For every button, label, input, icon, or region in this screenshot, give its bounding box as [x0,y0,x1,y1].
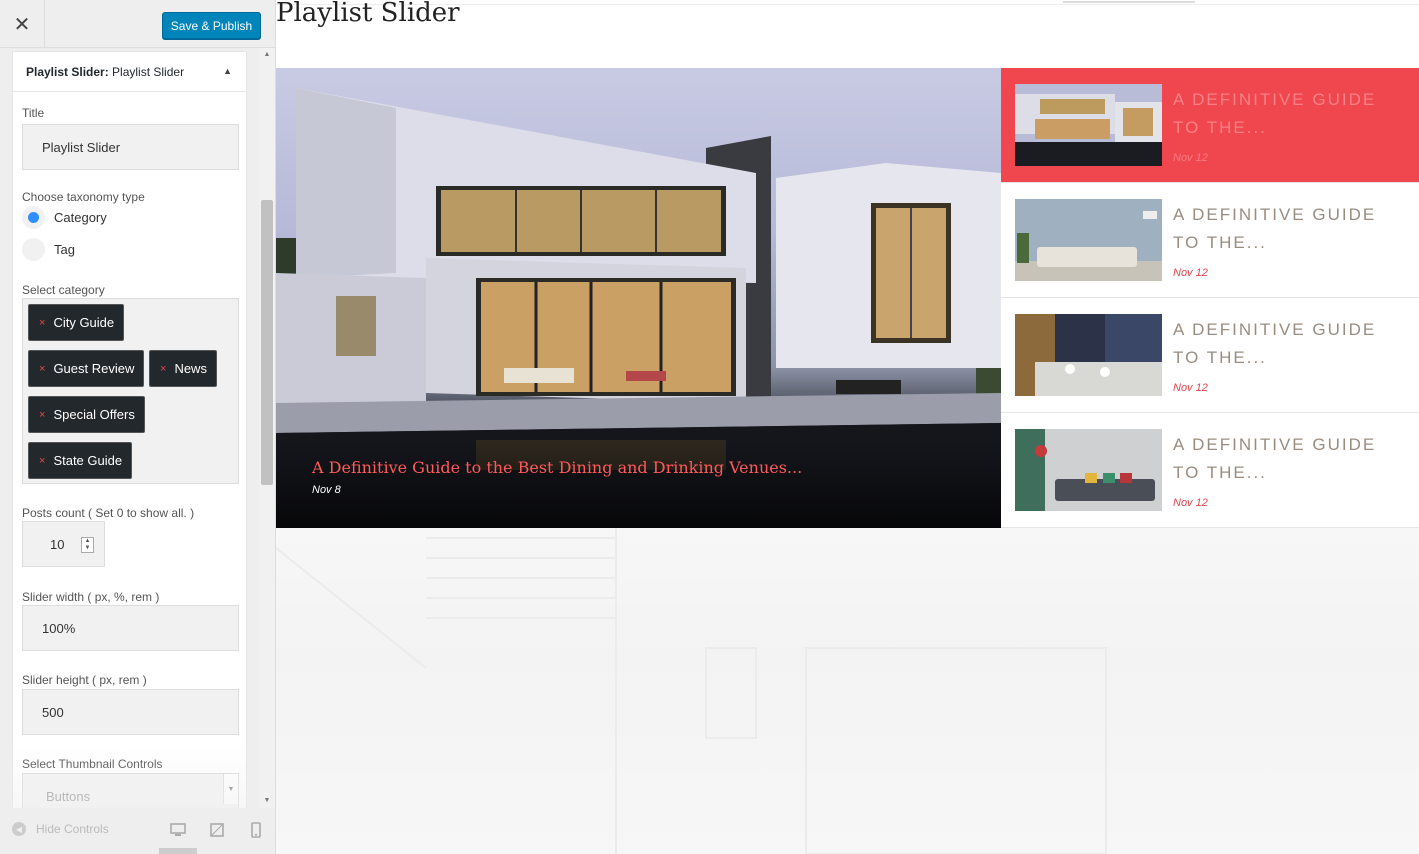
widget-name: Playlist Slider [112,64,185,79]
faded-background-image [276,528,1419,854]
site-preview: Playlist Slider A Definitive Guide to th… [276,0,1419,854]
close-icon: ✕ [13,13,31,36]
chip-label: Special Offers [53,407,135,422]
scroll-up-icon[interactable]: ▲ [259,48,275,62]
playlist-item-title: A DEFINITIVE GUIDE TO THE... [1173,320,1377,367]
remove-icon[interactable]: × [39,317,45,329]
sofa-lamp-thumbnail [1015,429,1162,511]
main-slide-date: Nov 8 [312,484,341,496]
playlist-item[interactable]: A DEFINITIVE GUIDE TO THE... Nov 12 [1001,298,1419,413]
posts-count-label: Posts count ( Set 0 to show all. ) [22,506,195,520]
number-stepper[interactable]: ▲ ▼ [81,537,94,553]
slider-height-input[interactable]: 500 [22,689,239,735]
scrollbar-thumb[interactable] [261,200,273,485]
playlist-item-date: Nov 12 [1173,152,1208,164]
dining-table-thumbnail [1015,314,1162,396]
title-label: Title [22,106,45,120]
radio-checked[interactable] [22,206,45,229]
arrow-left-icon: ◀ [12,822,26,836]
widget-type-label: Playlist Slider: [26,64,109,79]
remove-icon[interactable]: × [160,363,166,375]
playlist-item-date: Nov 12 [1173,382,1208,394]
tablet-icon[interactable] [209,822,225,838]
playlist-item[interactable]: A DEFINITIVE GUIDE TO THE... Nov 12 [1001,68,1419,183]
hide-controls-label: Hide Controls [36,822,109,836]
category-chip[interactable]: × News [149,350,217,387]
taxonomy-label: Choose taxonomy type [22,190,145,204]
chevron-down-icon[interactable]: ▼ [223,774,238,804]
slider-width-label: Slider width ( px, %, rem ) [22,590,160,604]
chip-label: News [174,361,207,376]
radio-unchecked[interactable] [22,238,45,261]
category-chip[interactable]: × State Guide [28,442,133,479]
category-chip[interactable]: × City Guide [28,304,125,341]
chip-label: State Guide [53,453,123,468]
device-active-indicator [159,848,197,854]
widget-header[interactable]: Playlist Slider: Playlist Slider ▲ [13,52,246,92]
category-label: Select category [22,283,105,297]
main-slide-caption[interactable]: A Definitive Guide to the Best Dining an… [312,458,802,477]
sidebar-header: ✕ Save & Publish [0,0,275,48]
widget-title: Playlist Slider [276,0,460,28]
playlist-item[interactable]: A DEFINITIVE GUIDE TO THE... Nov 12 [1001,413,1419,528]
playlist-item-date: Nov 12 [1173,267,1208,279]
remove-icon[interactable]: × [39,409,45,421]
posts-count-input[interactable]: 10 ▲ ▼ [22,521,105,567]
living-room-thumbnail [1015,199,1162,281]
playlist-item-date: Nov 12 [1173,497,1208,509]
collapse-arrow-icon[interactable]: ▲ [223,66,232,76]
playlist-slider: A Definitive Guide to the Best Dining an… [276,68,1419,528]
sidebar-scroll-area: Playlist Slider: Playlist Slider ▲ Title… [0,48,258,808]
thumb-controls-select[interactable]: Buttons ▼ [22,773,239,808]
playlist-item-title: A DEFINITIVE GUIDE TO THE... [1173,435,1377,482]
hide-controls-button[interactable]: ◀ Hide Controls [12,822,109,836]
taxonomy-option-tag[interactable]: Tag [22,238,75,261]
save-publish-button[interactable]: Save & Publish [162,12,261,39]
taxonomy-option-label: Category [54,210,107,225]
header-fragment [1063,0,1195,3]
playlist-item[interactable]: A DEFINITIVE GUIDE TO THE... Nov 12 [1001,183,1419,298]
scroll-down-icon[interactable]: ▼ [259,794,275,808]
category-chip[interactable]: × Guest Review [28,350,145,387]
desktop-icon[interactable] [170,822,186,838]
modern-house-thumbnail [1015,84,1162,166]
select-value: Buttons [46,788,91,804]
chip-label: City Guide [53,315,115,330]
category-chip[interactable]: × Special Offers [28,396,145,433]
sidebar-scrollbar[interactable]: ▲ ▼ [259,48,275,808]
playlist-item-title: A DEFINITIVE GUIDE TO THE... [1173,205,1377,252]
sidebar-footer: ◀ Hide Controls [0,808,275,854]
mobile-icon[interactable] [248,822,264,838]
close-button[interactable]: ✕ [0,0,45,48]
title-input[interactable]: Playlist Slider [22,124,239,170]
playlist-slider-widget: Playlist Slider: Playlist Slider ▲ Title… [12,51,247,808]
playlist-item-title: A DEFINITIVE GUIDE TO THE... [1173,90,1377,137]
taxonomy-option-category[interactable]: Category [22,206,107,229]
taxonomy-option-label: Tag [54,242,75,257]
slider-width-input[interactable]: 100% [22,605,239,651]
remove-icon[interactable]: × [39,455,45,467]
customizer-sidebar: ✕ Save & Publish Playlist Slider: Playli… [0,0,276,854]
thumb-controls-label: Select Thumbnail Controls [22,757,163,771]
chip-label: Guest Review [53,361,135,376]
main-slide[interactable]: A Definitive Guide to the Best Dining an… [276,68,1001,528]
category-select-box[interactable]: × City Guide × Guest Review × News × Spe… [22,298,239,484]
slider-height-label: Slider height ( px, rem ) [22,673,147,687]
posts-count-value: 10 [50,536,65,552]
remove-icon[interactable]: × [39,363,45,375]
